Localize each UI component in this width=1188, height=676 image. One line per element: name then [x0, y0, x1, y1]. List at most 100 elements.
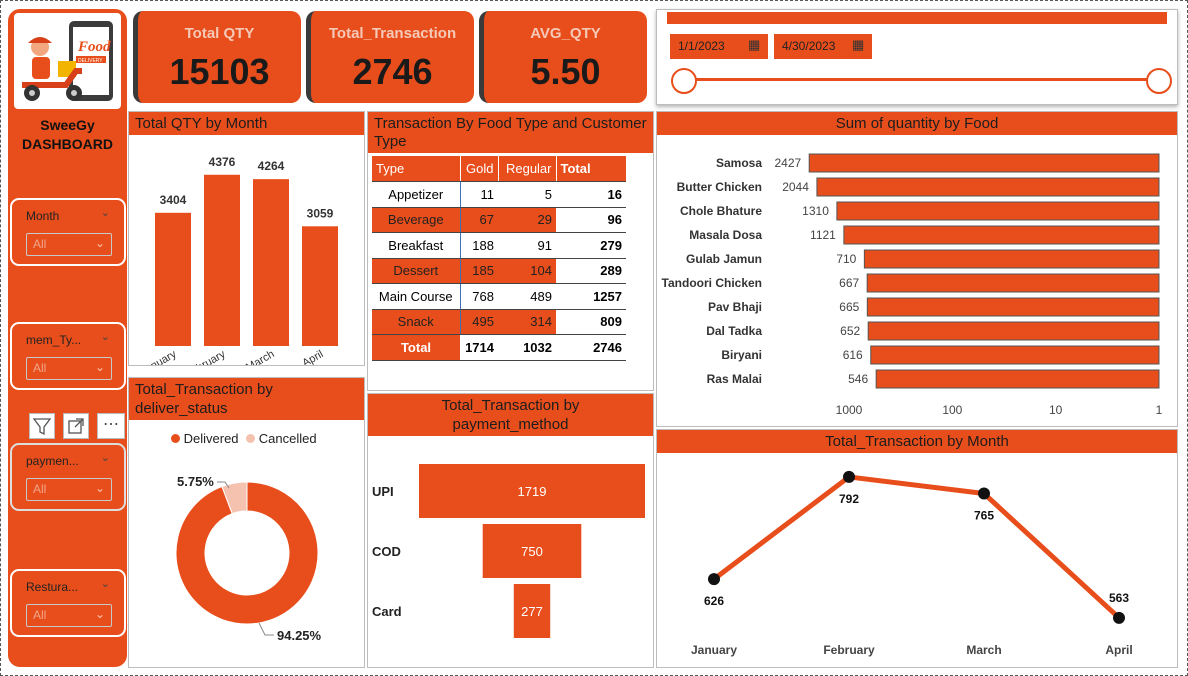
- matrix-header[interactable]: Type: [372, 156, 460, 182]
- data-point[interactable]: [1113, 611, 1125, 624]
- donut-slice-delivered[interactable]: [175, 481, 319, 625]
- matrix-total-regular: 1032: [498, 334, 556, 361]
- chart-title: Sum of quantity by Food: [657, 112, 1177, 135]
- bar-march[interactable]: [253, 179, 289, 346]
- y-tick-label: Tandoori Chicken: [662, 276, 762, 290]
- end-date-input[interactable]: 4/30/2023 ▦: [774, 34, 872, 59]
- y-tick-label: Ras Malai: [707, 372, 762, 386]
- data-label: 1310: [802, 204, 829, 218]
- matrix-row[interactable]: Beverage 67 29 96: [372, 207, 626, 233]
- chevron-down-icon[interactable]: ⌄: [101, 330, 110, 343]
- x-tick-label: 1000: [836, 403, 863, 417]
- visual-toolbar: ⋯: [29, 413, 127, 439]
- bar-food[interactable]: [836, 201, 1160, 221]
- matrix-header-row: Type Gold Regular Total: [372, 156, 626, 182]
- data-label: 2427: [775, 156, 802, 170]
- slicer-payment[interactable]: paymen... ⌄ All ⌄: [10, 443, 126, 511]
- matrix-header[interactable]: Gold: [459, 156, 498, 182]
- data-point[interactable]: [708, 573, 720, 586]
- date-slider-start-handle[interactable]: [671, 68, 697, 94]
- kpi-title: Total QTY: [184, 25, 255, 42]
- matrix-cell-total: 96: [556, 207, 626, 233]
- data-point[interactable]: [843, 470, 855, 483]
- matrix-grand-total: 2746: [556, 334, 626, 361]
- matrix-header[interactable]: Regular: [497, 156, 556, 182]
- matrix-cell-type: Dessert: [372, 258, 461, 284]
- bar-food[interactable]: [875, 369, 1160, 389]
- matrix-row[interactable]: Breakfast 188 91 279: [372, 232, 626, 259]
- y-tick-label: Dal Tadka: [706, 324, 762, 338]
- bar-food[interactable]: [866, 273, 1160, 293]
- calendar-icon[interactable]: ▦: [748, 37, 760, 53]
- date-slider-track[interactable]: [685, 78, 1159, 81]
- data-point[interactable]: [978, 487, 990, 500]
- legend-label[interactable]: Cancelled: [259, 431, 317, 446]
- slicer-month[interactable]: Month ⌄ All ⌄: [10, 198, 126, 266]
- bar-food[interactable]: [816, 177, 1160, 197]
- bar-february[interactable]: [204, 174, 240, 346]
- legend-label[interactable]: Delivered: [184, 431, 239, 446]
- bar-food[interactable]: [863, 249, 1160, 269]
- chevron-down-icon[interactable]: ⌄: [101, 206, 110, 219]
- data-label: 792: [839, 492, 859, 506]
- bar-food[interactable]: [867, 321, 1160, 341]
- matrix-row[interactable]: Appetizer 11 5 16: [372, 181, 626, 208]
- matrix-cell-gold: 67: [460, 207, 498, 233]
- bar-april[interactable]: [302, 226, 338, 346]
- matrix-row[interactable]: Dessert 185 104 289: [372, 258, 626, 284]
- matrix-cell-total: 1257: [556, 283, 626, 310]
- sidebar: Food DELIVERY SweeGy DASHBOARD Month ⌄ A…: [8, 9, 127, 667]
- payment-method-chart: Total_Transaction by payment_method UPI 1…: [367, 393, 654, 668]
- bar-food[interactable]: [808, 153, 1160, 173]
- chart-title-line-2: payment_method: [452, 416, 569, 433]
- bar-food[interactable]: [866, 297, 1160, 317]
- date-slider-end-handle[interactable]: [1146, 68, 1172, 94]
- legend-marker-delivered: [171, 434, 180, 443]
- matrix-cell-type: Main Course: [372, 283, 461, 310]
- matrix-row[interactable]: Snack 495 314 809: [372, 309, 626, 335]
- matrix-header[interactable]: Total: [555, 156, 626, 182]
- bar-food[interactable]: [843, 225, 1160, 245]
- matrix-cell-regular: 314: [498, 309, 556, 335]
- data-label: 667: [839, 276, 859, 290]
- slicer-restaurant[interactable]: Restura... ⌄ All ⌄: [10, 569, 126, 637]
- data-label: 626: [704, 594, 724, 608]
- matrix-row[interactable]: Main Course 768 489 1257: [372, 283, 626, 310]
- deliver-status-chart: Total_Transaction by deliver_status Deli…: [128, 377, 365, 668]
- calendar-icon[interactable]: ▦: [852, 37, 864, 53]
- kpi-title: Total_Transaction: [328, 25, 457, 42]
- slicer-dropdown[interactable]: All ⌄: [26, 478, 112, 501]
- slicer-dropdown[interactable]: All ⌄: [26, 604, 112, 627]
- matrix-cell-type: Appetizer: [372, 181, 461, 208]
- x-tick-label: January: [139, 348, 179, 365]
- start-date-input[interactable]: 1/1/2023 ▦: [670, 34, 768, 59]
- filter-icon[interactable]: [29, 413, 55, 439]
- more-options-icon[interactable]: ⋯: [97, 413, 125, 439]
- y-tick-label: Gulab Jamun: [686, 252, 762, 266]
- bar-january[interactable]: [155, 212, 191, 346]
- slicer-member-type[interactable]: mem_Ty... ⌄ All ⌄: [10, 322, 126, 390]
- focus-mode-icon[interactable]: [63, 413, 89, 439]
- chevron-down-icon[interactable]: ⌄: [101, 577, 110, 590]
- brand-line-1: SweeGy: [40, 117, 95, 133]
- x-tick-label: March: [244, 348, 276, 365]
- delivery-scooter-icon: Food DELIVERY: [22, 21, 113, 101]
- slicer-dropdown[interactable]: All ⌄: [26, 357, 112, 380]
- kpi-title: AVG_QTY: [530, 25, 601, 42]
- matrix-cell-type: Snack: [372, 309, 461, 335]
- matrix-cell-total: 16: [556, 181, 626, 208]
- dashboard-page: Food DELIVERY SweeGy DASHBOARD Month ⌄ A…: [0, 0, 1188, 676]
- kpi-value: 15103: [169, 51, 270, 92]
- chart-title: Total_Transaction by Month: [657, 430, 1177, 453]
- bar-food[interactable]: [870, 345, 1160, 365]
- chevron-down-icon[interactable]: ⌄: [101, 451, 110, 464]
- dashboard-brand: SweeGy DASHBOARD: [8, 116, 127, 154]
- deliver-status-donut: 5.75% 94.25%: [175, 474, 322, 643]
- slicer-dropdown[interactable]: All ⌄: [26, 233, 112, 256]
- slicer-label: Month: [26, 209, 60, 223]
- matrix-cell-total: 279: [556, 232, 626, 259]
- data-label: 2044: [782, 180, 809, 194]
- logo-text: Food: [77, 39, 111, 55]
- series-line[interactable]: [712, 474, 1121, 620]
- chart-title: Total_Transaction by deliver_status: [129, 378, 364, 420]
